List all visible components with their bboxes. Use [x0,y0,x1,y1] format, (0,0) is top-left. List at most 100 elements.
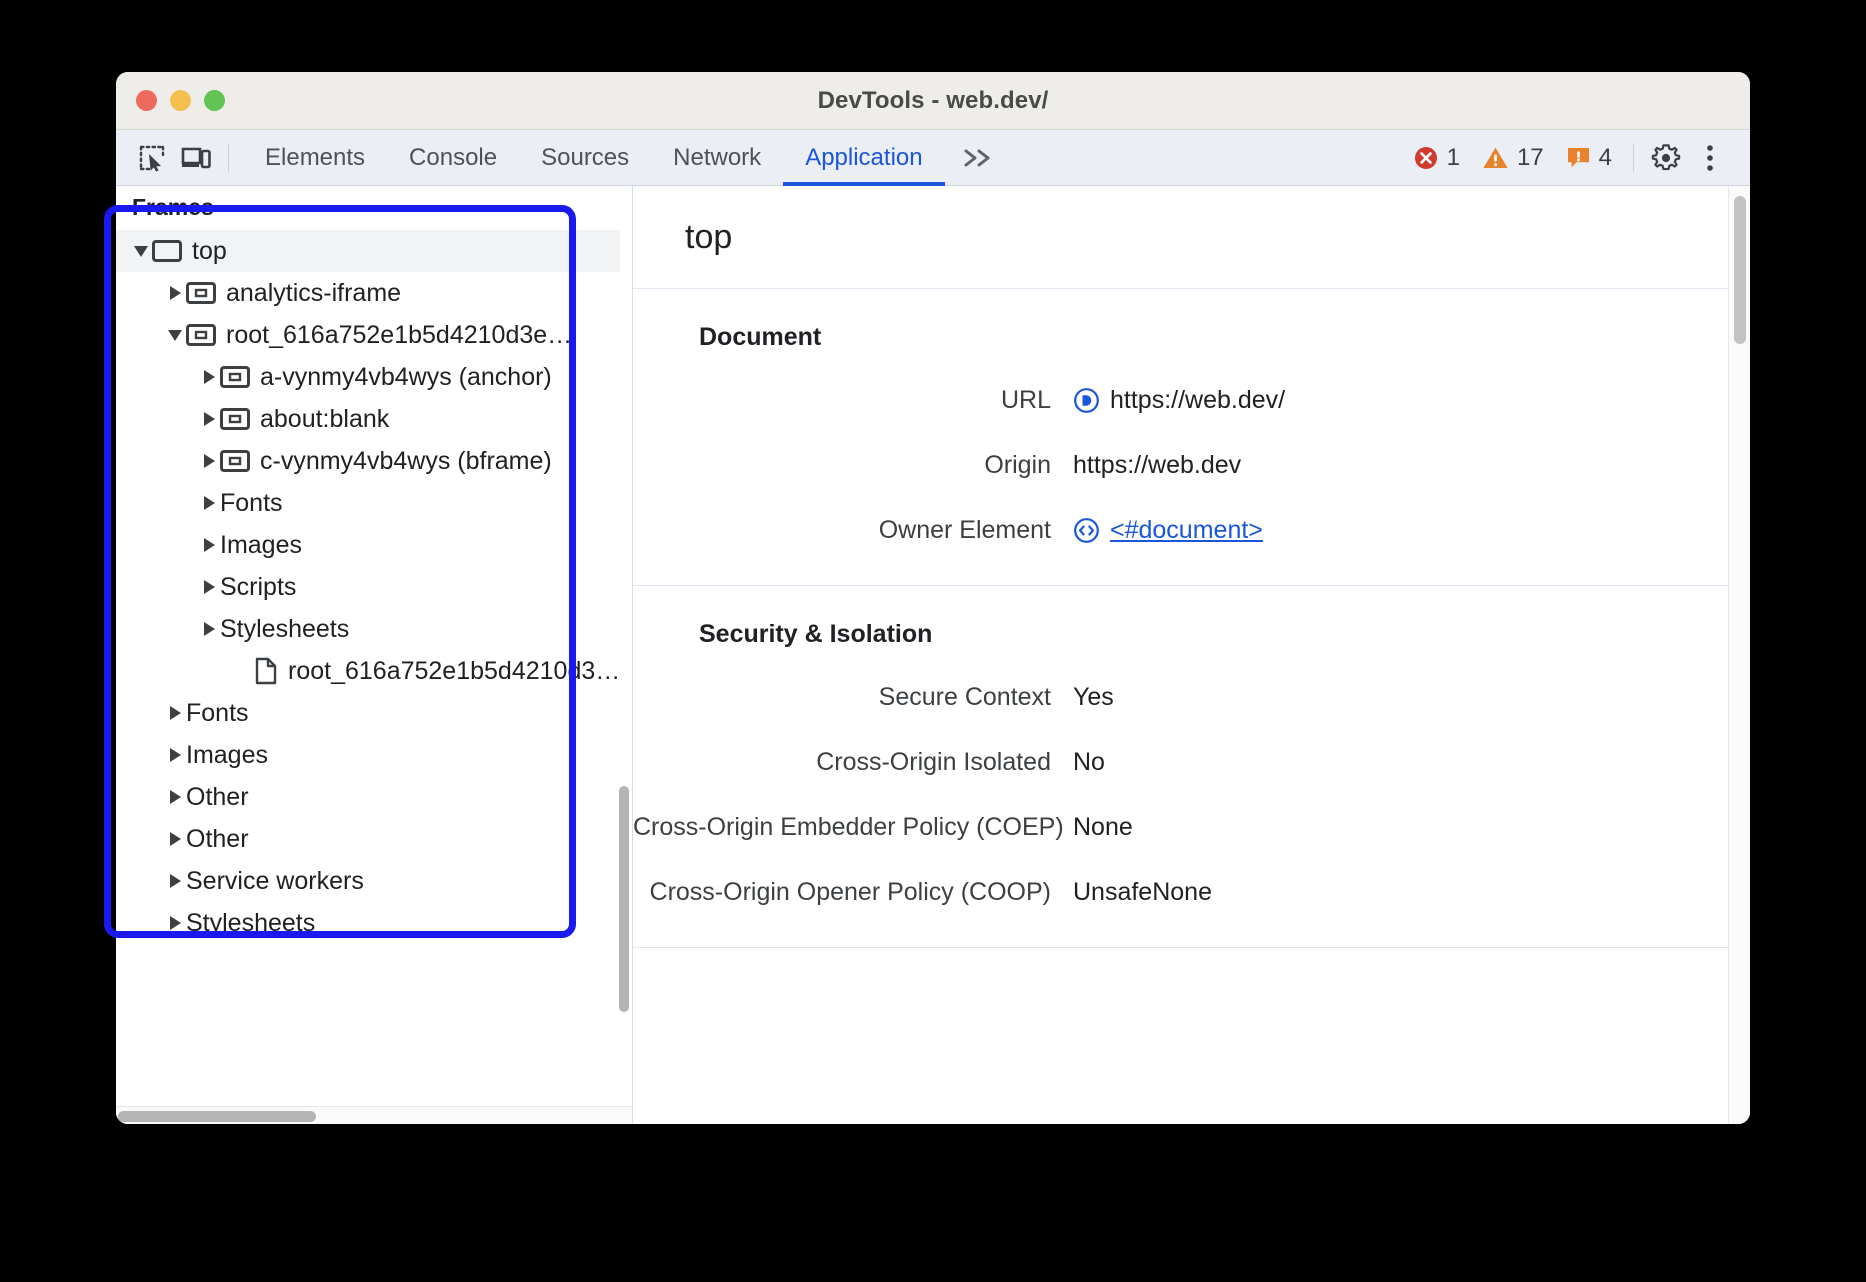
detail-value-link[interactable]: <#document> [1110,516,1263,545]
detail-row: Cross-Origin IsolatedNo [633,748,1728,777]
frame-tree-node[interactable]: root_616a752e1b5d4210d3e… [116,314,620,356]
issue-count: 4 [1599,144,1612,172]
chevron-right-icon[interactable] [164,790,186,804]
chevron-right-icon[interactable] [198,454,220,468]
chevron-down-icon[interactable] [130,246,152,257]
details-vertical-scrollbar[interactable] [1728,186,1750,1124]
chevron-right-icon[interactable] [164,748,186,762]
warning-icon [1482,145,1509,171]
frame-tree-node-label: Other [186,783,249,812]
detail-row-key: URL [633,386,1073,415]
more-vertical-icon[interactable] [1688,138,1732,178]
frame-tree-node-label: Fonts [220,489,283,518]
window-title: DevTools - web.dev/ [116,87,1750,115]
tab-sources[interactable]: Sources [519,130,651,186]
chevron-right-icon[interactable] [164,916,186,930]
detail-row: Secure ContextYes [633,683,1728,712]
frame-tree-node[interactable]: Scripts [116,566,620,608]
frame-tree-node-label: top [192,237,227,266]
devtools-body: Frames topanalytics-iframeroot_616a752e1… [116,186,1750,1124]
toolbar-right-group: 1 17 [1402,138,1732,178]
frame-tree-node[interactable]: Service workers [116,860,620,902]
iframe-icon [186,324,216,346]
frame-tree-node-label: Images [220,531,302,560]
sidebar-vertical-scrollbar[interactable] [618,228,630,1106]
frame-tree-node[interactable]: Stylesheets [116,608,620,650]
devtools-window: DevTools - web.dev/ Elements Console Sou… [116,72,1750,1124]
chevron-right-icon[interactable] [198,370,220,384]
frame-tree-node[interactable]: a-vynmy4vb4wys (anchor) [116,356,620,398]
frame-tree-node[interactable]: about:blank [116,398,620,440]
detail-section: Security & IsolationSecure ContextYesCro… [633,586,1728,948]
tab-elements[interactable]: Elements [243,130,387,186]
chevron-right-icon[interactable] [164,832,186,846]
frame-details-content: top DocumentURLhttps://web.dev/Originhtt… [633,186,1728,1124]
frame-icon [152,240,182,262]
tab-console[interactable]: Console [387,130,519,186]
device-toolbar-icon[interactable] [174,138,218,178]
chevron-right-icon[interactable] [198,496,220,510]
frame-tree-node[interactable]: Other [116,776,620,818]
warning-count: 17 [1517,144,1544,172]
chevron-down-icon[interactable] [164,330,186,341]
frame-tree-node-label: Images [186,741,268,770]
chevron-right-icon[interactable] [198,580,220,594]
frames-sidebar: Frames topanalytics-iframeroot_616a752e1… [116,186,633,1124]
chevron-right-icon[interactable] [198,622,220,636]
more-tabs-icon[interactable] [945,147,1011,169]
detail-row-value: Yes [1073,683,1114,712]
frame-tree-node[interactable]: c-vynmy4vb4wys (bframe) [116,440,620,482]
details-scroll-thumb[interactable] [1734,196,1746,344]
frames-tree: topanalytics-iframeroot_616a752e1b5d4210… [116,228,620,1106]
frame-tree-node[interactable]: top [116,230,620,272]
devtools-toolbar: Elements Console Sources Network Applica… [116,130,1750,186]
frame-tree-node-label: Other [186,825,249,854]
detail-row-value: https://web.dev/ [1073,386,1285,415]
frame-tree-node[interactable]: analytics-iframe [116,272,620,314]
frame-tree-node[interactable]: Fonts [116,482,620,524]
sidebar-header: Frames [116,186,632,228]
error-icon [1413,145,1439,171]
sidebar-horizontal-scrollbar[interactable] [116,1106,632,1124]
frame-tree-node[interactable]: Images [116,524,620,566]
detail-value-text: UnsafeNone [1073,878,1212,907]
frame-tree-node[interactable]: root_616a752e1b5d4210d3… [116,650,620,692]
frame-tree-node[interactable]: Stylesheets [116,902,620,944]
gear-icon[interactable] [1644,138,1688,178]
detail-row: Cross-Origin Opener Policy (COOP)UnsafeN… [633,878,1728,907]
chevron-right-icon[interactable] [164,874,186,888]
frame-tree-node-label: a-vynmy4vb4wys (anchor) [260,363,552,392]
frames-tree-container: topanalytics-iframeroot_616a752e1b5d4210… [116,228,632,1106]
error-counter[interactable]: 1 [1402,144,1471,172]
issue-icon [1566,145,1591,170]
chevron-right-icon[interactable] [198,538,220,552]
detail-value-text: https://web.dev [1073,451,1241,480]
detail-row-value: No [1073,748,1105,777]
inspect-cursor-icon[interactable] [130,138,174,178]
sidebar-scroll-thumb[interactable] [619,786,629,1012]
document-icon [254,657,278,685]
tab-network[interactable]: Network [651,130,783,186]
toolbar-divider-2 [1633,144,1634,172]
frame-tree-node[interactable]: Fonts [116,692,620,734]
chevron-right-icon[interactable] [164,286,186,300]
iframe-icon [186,282,216,304]
detail-row-value: UnsafeNone [1073,878,1212,907]
frame-tree-node-label: Service workers [186,867,364,896]
page-title: top [685,218,732,257]
detail-value-text: Yes [1073,683,1114,712]
sidebar-hscroll-thumb[interactable] [118,1111,316,1122]
frame-tree-node-label: root_616a752e1b5d4210d3… [288,657,620,686]
iframe-icon [220,366,250,388]
frame-tree-node[interactable]: Images [116,734,620,776]
tab-application[interactable]: Application [783,130,944,186]
warning-counter[interactable]: 17 [1471,144,1555,172]
chevron-right-icon[interactable] [164,706,186,720]
detail-value-text: No [1073,748,1105,777]
frame-tree-node[interactable]: Other [116,818,620,860]
frame-tree-node-label: Scripts [220,573,296,602]
issue-counter[interactable]: 4 [1555,144,1623,172]
chevron-right-icon[interactable] [198,412,220,426]
frame-details-panel: top DocumentURLhttps://web.dev/Originhtt… [633,186,1750,1124]
detail-row-key: Cross-Origin Isolated [633,748,1073,777]
